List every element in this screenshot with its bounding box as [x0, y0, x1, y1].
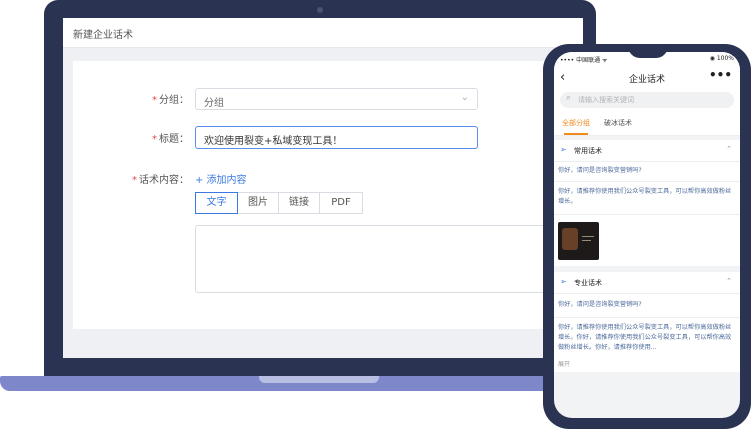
battery-text: ◉ 100% — [709, 55, 734, 62]
required-mark: * — [152, 95, 157, 106]
title-input-value: 欢迎使用裂变+私域变现工具！ — [204, 136, 343, 147]
group-tabs: 全部分组 破冰话术 — [554, 114, 740, 136]
message-item[interactable]: 你好，请问是咨询裂变营销吗? — [558, 166, 736, 176]
chevron-down-icon: ⌄ — [460, 92, 469, 103]
search-input[interactable]: ⌕ 请输入搜索关键词 — [560, 92, 734, 108]
section-header[interactable]: ➢ 专业话术 ⌃ — [554, 272, 740, 294]
group-select[interactable]: 分组 ⌄ — [195, 88, 478, 110]
search-placeholder: 请输入搜索关键词 — [578, 96, 634, 104]
divider — [554, 181, 740, 182]
section-header[interactable]: ➢ 常用话术 ⌃ — [554, 140, 740, 162]
add-content-link[interactable]: + 添加内容 — [195, 171, 247, 186]
thumbnail-detail — [582, 240, 591, 241]
page-header: 新建企业话术 — [63, 18, 583, 48]
content-textarea[interactable] — [195, 225, 575, 293]
tab-all-groups[interactable]: 全部分组 — [562, 118, 590, 128]
phone-screen: •••• 中国联通 ᯤ ◉ 100% ‹ 企业话术 ••• ⌕ 请输入搜索关键词… — [554, 52, 740, 418]
section-common: ➢ 常用话术 ⌃ 你好，请问是咨询裂变营销吗? 你好，请推荐你使用我们公众号裂变… — [554, 140, 740, 266]
search-area: ⌕ 请输入搜索关键词 — [554, 92, 740, 114]
message-item[interactable]: 你好，请问是咨询裂变营销吗? — [558, 300, 736, 310]
chevron-up-icon: ⌃ — [726, 277, 732, 285]
tab-pdf[interactable]: PDF — [319, 192, 363, 214]
page-title: 新建企业话术 — [73, 30, 133, 41]
chevron-up-icon: ⌃ — [726, 145, 732, 153]
image-thumbnail[interactable] — [558, 222, 599, 260]
camera-icon — [317, 7, 323, 13]
thumbnail-figure — [562, 228, 578, 250]
thumbnail-detail — [582, 236, 594, 237]
tab-text[interactable]: 文字 — [195, 192, 238, 214]
section-professional: ➢ 专业话术 ⌃ 你好，请问是咨询裂变营销吗? 你好，请推荐你使用我们公众号裂变… — [554, 272, 740, 372]
active-tab-indicator — [564, 133, 588, 135]
more-icon[interactable]: ••• — [709, 68, 732, 82]
phone-notch — [628, 44, 668, 58]
search-icon: ⌕ — [566, 93, 572, 103]
group-label: * 分组： — [152, 95, 189, 106]
carrier-text: •••• 中国联通 ᯤ — [560, 57, 608, 64]
divider — [554, 317, 740, 318]
divider — [554, 214, 740, 215]
expand-link[interactable]: 展开 — [558, 359, 570, 368]
title-label: * 标题： — [152, 134, 189, 145]
group-select-value: 分组 — [204, 98, 224, 109]
tab-icebreaker[interactable]: 破冰话术 — [604, 118, 632, 128]
message-item[interactable]: 你好，请推荐你使用我们公众号裂变工具，可以帮你高效做粉丝增长。 — [558, 187, 736, 207]
content-label: * 话术内容： — [132, 175, 189, 186]
send-icon: ➢ — [560, 145, 567, 154]
tab-link[interactable]: 链接 — [278, 192, 320, 214]
nav-bar: ‹ 企业话术 ••• — [554, 66, 740, 92]
section-title: 常用话术 — [574, 147, 602, 155]
title-input[interactable]: 欢迎使用裂变+私域变现工具！ — [195, 126, 478, 149]
message-item[interactable]: 你好，请推荐你使用我们公众号裂变工具，可以帮你高效做粉丝增长。你好，请推荐你使用… — [558, 323, 736, 353]
laptop-notch — [259, 376, 379, 383]
send-icon: ➢ — [560, 277, 567, 286]
laptop-screen: 新建企业话术 * 分组： 分组 ⌄ * 标题： 欢迎使用裂变+私域变现工具！ * 话术… — [63, 18, 583, 358]
tab-image[interactable]: 图片 — [237, 192, 279, 214]
section-title: 专业话术 — [574, 279, 602, 287]
